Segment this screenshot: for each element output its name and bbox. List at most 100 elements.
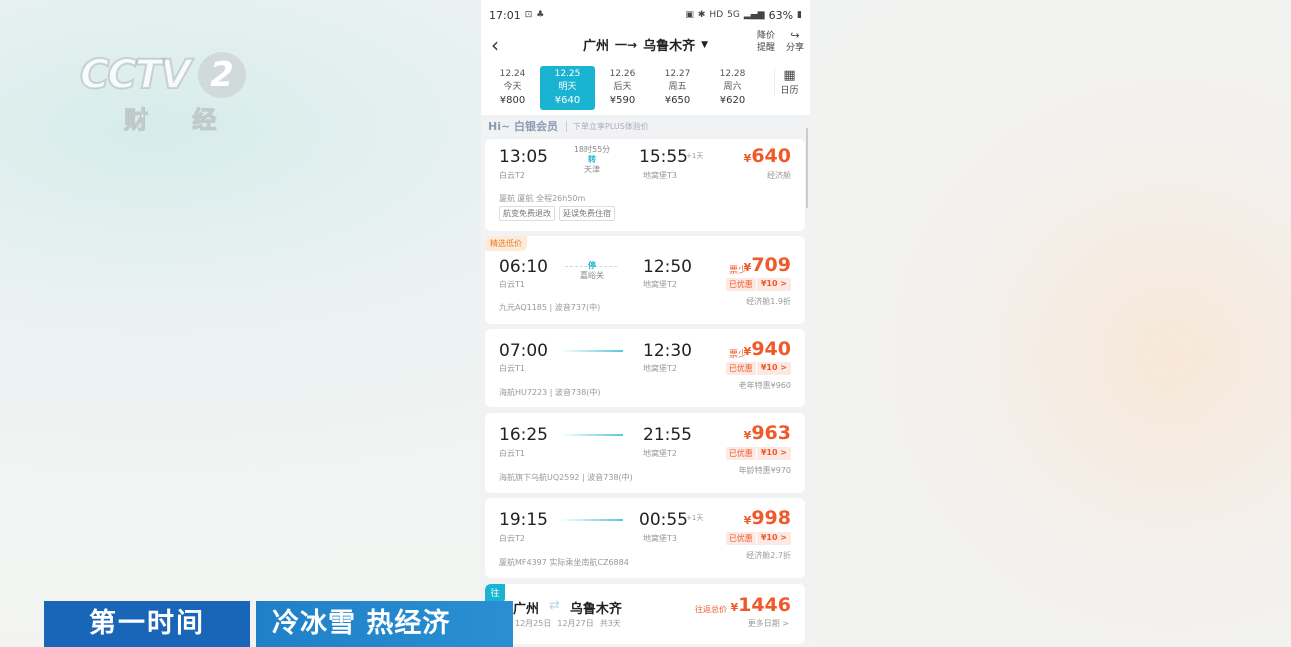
top-nav: ‹ 广州 一→ 乌鲁木齐 ▼ 降价提醒 ↪ 分享 (481, 30, 810, 60)
round-trip-price: ¥1446 (730, 594, 791, 616)
cabin-class: 经济舱 (767, 171, 791, 180)
caption-headline: 冷冰雪 热经济 (256, 601, 513, 647)
airline-info: 厦航MF4397 实际乘坐南航CZ6884 (499, 558, 629, 567)
flight-card[interactable]: 19:15 白云T2 00:55 +1天 地窝堡T3 ¥998 已优惠 ¥10 … (485, 498, 805, 578)
caption-program: 第一时间 (44, 601, 250, 647)
arrival-time: 21:55 (643, 425, 692, 445)
airline-info: 海航旗下乌航UQ2592 | 波音738(中) (499, 473, 633, 482)
discount-tag[interactable]: 已优惠 ¥10 > (725, 362, 791, 375)
flight-price: ¥998 (743, 507, 791, 529)
departure-airport: 白云T2 (499, 534, 525, 543)
departure-time: 19:15 (499, 510, 548, 530)
news-caption-banner: 第一时间 冷冰雪 热经济 (44, 601, 513, 647)
network-label: 5G (727, 10, 740, 20)
discount-tag[interactable]: 已优惠 ¥10 > (725, 447, 791, 460)
stop-info: 停 嘉峪关 (580, 261, 604, 280)
logo-channel-number: 2 (198, 52, 246, 98)
cabin-class: 经济舱1.9折 (746, 297, 791, 306)
arrival-time: 12:30 (643, 341, 692, 361)
flight-card[interactable]: 13:05 白云T2 18时55分 转 天津 15:55 +1天 地窝堡T3 ¥… (485, 139, 805, 231)
next-day-tag: +1天 (686, 514, 704, 522)
date-tab[interactable]: 12.26 后天 ¥590 (595, 66, 650, 110)
special-fare: 老年特惠¥960 (738, 381, 791, 390)
round-trip-dates: 12月25日 12月27日 共3天 (515, 619, 621, 628)
departure-time: 13:05 (499, 147, 548, 167)
special-fare: 年龄特惠¥970 (738, 466, 791, 475)
arrival-airport: 地窝堡T2 (643, 280, 677, 289)
battery-text: 63% (768, 8, 794, 22)
arrival-airport: 地窝堡T2 (643, 449, 677, 458)
discount-tag[interactable]: 已优惠 ¥10 > (725, 278, 791, 291)
destination-city: 乌鲁木齐 (643, 39, 696, 54)
date-tab-selected[interactable]: 12.25 明天 ¥640 (540, 65, 595, 110)
share-button[interactable]: ↪ 分享 (783, 30, 807, 54)
route-selector[interactable]: 广州 一→ 乌鲁木齐 ▼ (583, 35, 708, 54)
logo-subtitle: 财 经 (123, 106, 235, 135)
more-dates-link[interactable]: 更多日期 > (748, 618, 789, 629)
airline-info: 厦航 厦航 全程26h50m (499, 194, 586, 203)
route-line (560, 519, 623, 521)
battery-icon: ▮ (797, 10, 802, 20)
flight-price: ¥963 (743, 422, 791, 444)
calendar-label: 日历 (780, 86, 799, 96)
calendar-button[interactable]: ▦ 日历 (774, 68, 804, 96)
transfer-info: 18时55分 转 天津 (573, 145, 611, 174)
departure-time: 07:00 (499, 341, 548, 361)
arrival-airport: 地窝堡T2 (643, 364, 677, 373)
phone-screen: 17:01 ⊡ ♣ ▣ ✱ HD 5G ▂▄▆ 63% ▮ ‹ 广州 一→ 乌鲁… (481, 0, 810, 647)
scrollbar[interactable] (806, 128, 808, 208)
price-alert-label: 降价提醒 (756, 31, 775, 53)
service-chip: 延误免费住宿 (559, 206, 615, 221)
airline-info: 九元AQ1185 | 波音737(中) (499, 303, 601, 312)
flight-card[interactable]: 16:25 白云T1 21:55 地窝堡T2 ¥963 已优惠 ¥10 > 年龄… (485, 413, 805, 493)
price-alert-button[interactable]: 降价提醒 (754, 30, 778, 54)
status-time: 17:01 (489, 8, 521, 22)
member-bar[interactable]: Hi~ 白银会员 下单立享PLUS体验价 (481, 115, 810, 137)
departure-airport: 白云T2 (499, 171, 525, 180)
bluetooth-icon: ✱ (697, 10, 706, 20)
cabin-class: 经济舱2.7折 (746, 551, 791, 560)
service-chip: 航变免费退改 (499, 206, 555, 221)
share-label: 分享 (785, 43, 804, 53)
round-trip-route: 广州 ⇄ 乌鲁木齐 (513, 598, 622, 617)
arrival-time: 15:55 (639, 147, 688, 167)
flight-card[interactable]: 07:00 白云T1 12:30 地窝堡T2 票少 ¥940 已优惠 ¥10 >… (485, 329, 805, 407)
route-line (560, 350, 623, 352)
flight-price: ¥709 (743, 254, 791, 276)
departure-airport: 白云T1 (499, 449, 525, 458)
date-tab[interactable]: 12.28 周六 ¥620 (705, 66, 760, 110)
share-icon: ↪ (790, 29, 800, 42)
arrival-time: 00:55 (639, 510, 688, 530)
calendar-icon: ▦ (783, 68, 796, 83)
caret-down-icon: ▼ (701, 39, 709, 50)
arrival-time: 12:50 (643, 257, 692, 277)
departure-time: 16:25 (499, 425, 548, 445)
flight-card[interactable]: 精选低价 06:10 白云T1 停 嘉峪关 12:50 地窝堡T2 票少 ¥70… (485, 236, 805, 324)
vibrate-icon: ▣ (685, 10, 694, 20)
member-title: Hi~ 白银会员 (488, 120, 559, 133)
flight-price: ¥940 (743, 338, 791, 360)
member-subtitle: 下单立享PLUS体验价 (566, 120, 649, 132)
background-warm-glow (810, 0, 1291, 647)
date-tab[interactable]: 12.27 周五 ¥650 (650, 66, 705, 110)
date-tab[interactable]: 12.24 今天 ¥800 (485, 66, 540, 110)
round-trip-label: 往返总价 (695, 605, 727, 614)
service-chips: 航变免费退改 延误免费住宿 (499, 206, 615, 221)
departure-airport: 白云T1 (499, 280, 525, 289)
screenshot-icon: ⊡ (524, 10, 533, 20)
departure-airport: 白云T1 (499, 364, 525, 373)
flight-price: ¥640 (743, 145, 791, 167)
discount-tag[interactable]: 已优惠 ¥10 > (725, 532, 791, 545)
airline-info: 海航HU7223 | 波音738(中) (499, 388, 601, 397)
status-bar: 17:01 ⊡ ♣ ▣ ✱ HD 5G ▂▄▆ 63% ▮ (481, 0, 810, 30)
arrival-airport: 地窝堡T3 (643, 171, 677, 180)
hd-label: HD (709, 10, 724, 20)
cctv2-logo: CCTV 2 财 经 (79, 51, 250, 135)
round-trip-card[interactable]: 往 广州 ⇄ 乌鲁木齐 12月25日 12月27日 共3天 往返总价 ¥1446… (485, 584, 805, 644)
date-strip: 12.24 今天 ¥800 12.25 明天 ¥640 12.26 后天 ¥59… (481, 60, 810, 115)
signal-icon: ▂▄▆ (743, 10, 765, 20)
back-icon[interactable]: ‹ (491, 33, 499, 57)
logo-text: CCTV (79, 51, 192, 99)
next-day-tag: +1天 (686, 152, 704, 160)
origin-city: 广州 (583, 39, 610, 54)
